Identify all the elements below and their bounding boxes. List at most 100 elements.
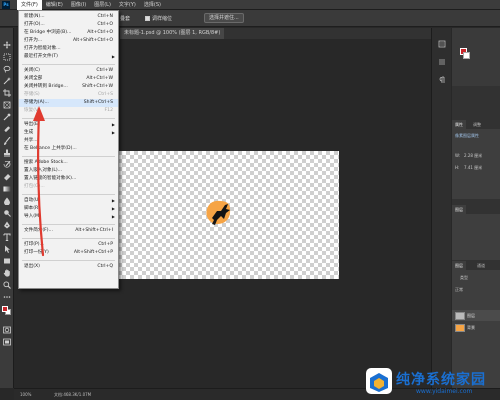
menu-image[interactable]: 图像(I) [67,0,90,10]
menu-edit[interactable]: 编辑(E) [42,0,67,10]
watermark-logo [366,368,392,394]
quick-mask-icon[interactable] [3,326,11,334]
layer-kind-filter[interactable]: 类型 [460,275,468,281]
menu-item-export[interactable]: 导出(E) ▶ [19,121,118,129]
dodge-tool-icon[interactable] [3,209,11,217]
menu-item-new[interactable]: 新建(N)... Ctrl+N [19,13,118,21]
menu-type[interactable]: 文字(Y) [115,0,140,10]
menu-item-import[interactable]: 导入(M) ▶ [19,213,118,221]
layer-row-background[interactable]: 背景 [452,322,500,333]
width-label: W: [455,153,461,158]
color-picker-panel[interactable] [452,28,500,86]
layer-thumbnail [455,311,465,320]
layer-artwork [206,200,231,225]
magic-wand-tool-icon[interactable] [3,77,11,85]
file-menu-dropdown: 新建(N)... Ctrl+N 打开(O)... Ctrl+O 在 Bridge 中… [18,10,119,289]
menu-list: 文件(F) 编辑(E) 图像(I) 图层(L) 文字(Y) 选择(S) [17,0,165,10]
pen-tool-icon[interactable] [3,221,11,229]
submenu-arrow-icon: ▶ [111,206,115,211]
menu-separator [22,64,115,65]
bg-color-chip[interactable] [463,52,470,59]
lasso-tool-icon[interactable] [3,65,11,73]
screen-mode-icon[interactable] [3,338,11,346]
marquee-tool-icon[interactable] [3,53,11,61]
menu-item-share-behance[interactable]: 在 Behance 上共享(D)... [19,145,118,153]
menu-item-search-stock[interactable]: 搜索 Adobe Stock... [19,159,118,167]
eyedropper-tool-icon[interactable] [3,113,11,121]
move-tool-icon[interactable] [3,41,11,49]
menu-item-close-to-bridge[interactable]: 关闭并转到 Bridge... Shift+Ctrl+W [19,83,118,91]
submenu-arrow-icon: ▶ [111,198,115,203]
healing-brush-tool-icon[interactable] [3,125,11,133]
checkbox-box[interactable] [145,16,150,21]
layer-row-1[interactable]: 图层 [452,310,500,321]
libraries-panel [452,214,500,260]
menu-item-close[interactable]: 关闭(C) Ctrl+W [19,67,118,75]
tab-layers[interactable]: 图层 [452,261,466,270]
menu-bar: Ps 文件(F) 编辑(E) 图像(I) 图层(L) 文字(Y) 选择(S) [0,0,500,10]
submenu-arrow-icon: ▶ [111,54,115,59]
sample-checkbox[interactable]: 调样缩位 [145,15,172,22]
hand-tool-icon[interactable] [3,269,11,277]
eraser-tool-icon[interactable] [3,173,11,181]
menu-file[interactable]: 文件(F) [17,0,42,10]
gradient-tool-icon[interactable] [3,185,11,193]
option-text: 叠套 [120,16,131,22]
menu-item-file-info[interactable]: 文件简介(F)... Alt+Shift+Ctrl+I [19,227,118,235]
width-value[interactable]: 2.28 厘米 [464,153,482,159]
menu-item-close-all[interactable]: 关闭全部 Alt+Ctrl+W [19,75,118,83]
menu-item-browse-bridge[interactable]: 在 Bridge 中浏览(B)... Alt+Ctrl+O [19,29,118,37]
menu-item-place-linked[interactable]: 置入链接的智能对象(K)... [19,175,118,183]
menu-layer[interactable]: 图层(L) [90,0,115,10]
brush-tool-icon[interactable] [3,137,11,145]
menu-item-place-embedded[interactable]: 置入嵌入对象(L)... [19,167,118,175]
clone-stamp-tool-icon[interactable] [3,149,11,157]
menu-item-print[interactable]: 打印(P)... Ctrl+P [19,241,118,249]
foreground-color-swatch[interactable] [2,306,8,312]
watermark-name: 纯净系统家园 [396,372,486,388]
tab-channels[interactable]: 通道 [474,261,488,270]
paragraph-panel-icon[interactable] [438,76,446,84]
document-tab[interactable]: 未标题-1.psd @ 100% (图层 1, RGB/8#) [120,28,225,39]
menu-item-open-smart-object[interactable]: 打开为智能对象... [19,45,118,53]
menu-item-share[interactable]: 共享... [19,137,118,145]
history-brush-tool-icon[interactable] [3,161,11,169]
select-and-mask-button[interactable]: 选择并遮住... [204,13,244,23]
menu-item-open-as[interactable]: 打开为... Alt+Shift+Ctrl+O [19,37,118,45]
document-info: 文档:468.3K/1.07M [54,392,92,397]
zoom-level[interactable]: 100% [20,392,31,397]
document-tab-bar: 未标题-1.psd @ 100% (图层 1, RGB/8#) [120,28,450,39]
menu-item-scripts[interactable]: 脚本(R) ▶ [19,205,118,213]
type-tool-icon[interactable] [3,233,11,241]
menu-item-generate[interactable]: 生成 ▶ [19,129,118,137]
menu-item-recent-files[interactable]: 最近打开文件(T) ▶ [19,53,118,61]
blur-tool-icon[interactable] [3,197,11,205]
menu-separator [22,194,115,195]
menu-separator [22,260,115,261]
tab-properties[interactable]: 属性 [452,120,466,129]
more-tools-icon[interactable] [3,293,11,301]
rectangle-tool-icon[interactable] [3,257,11,265]
path-selection-tool-icon[interactable] [3,245,11,253]
zoom-tool-icon[interactable] [3,281,11,289]
menu-item-exit[interactable]: 退出(X) Ctrl+Q [19,263,118,271]
blend-mode-select[interactable]: 正常 [455,287,463,293]
properties-panel-icon[interactable] [438,58,446,66]
menu-separator [22,118,115,119]
photoshop-logo: Ps [2,1,10,9]
properties-title: 像素图层属性 [455,133,479,138]
tab-layers-mid[interactable]: 图层 [452,205,466,214]
frame-tool-icon[interactable] [3,101,11,109]
tab-adjustments[interactable]: 调整 [470,120,484,129]
crop-tool-icon[interactable] [3,89,11,97]
history-panel-icon[interactable] [438,40,446,48]
menu-item-save-as[interactable]: 存储为(A)... Shift+Ctrl+S [19,99,118,107]
menu-item-print-one-copy[interactable]: 打印一份(Y) Alt+Shift+Ctrl+P [19,249,118,257]
menu-item-package: 打包(G)... [24,184,45,189]
menu-select[interactable]: 选择(S) [140,0,165,10]
menu-item-open[interactable]: 打开(O)... Ctrl+O [19,21,118,29]
tool-bar [0,28,14,388]
height-value[interactable]: 7.41 厘米 [464,165,482,171]
properties-panel: 像素图层属性 W: 2.28 厘米 H: 7.41 厘米 [452,129,500,199]
menu-item-automate[interactable]: 自动(U) ▶ [19,197,118,205]
